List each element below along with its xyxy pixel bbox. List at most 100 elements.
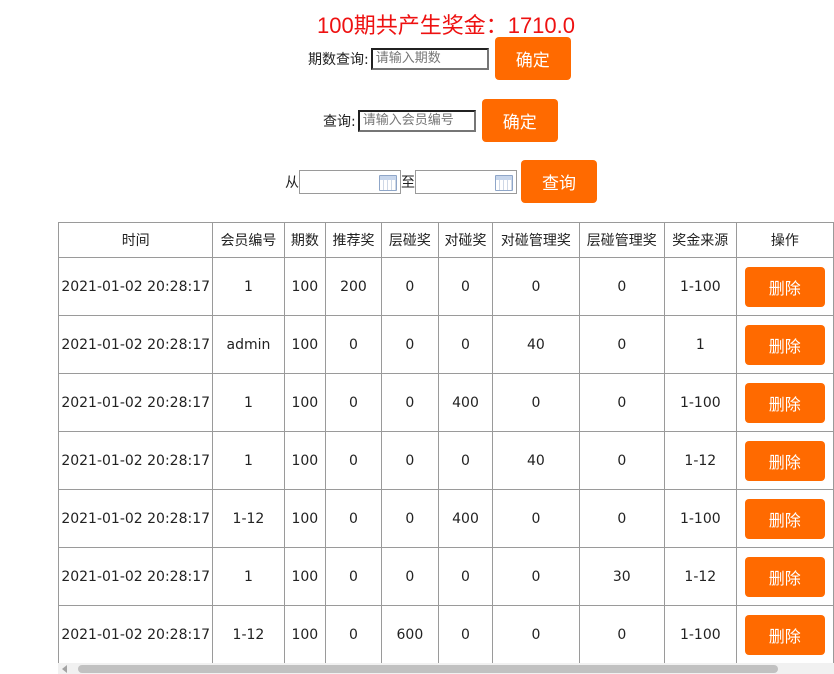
period-search-form: 期数查询: 确定 (308, 37, 571, 80)
column-header: 层碰管理奖 (578, 222, 665, 258)
pair-mgmt-bonus-cell: 40 (492, 315, 580, 374)
period-cell: 100 (283, 547, 327, 606)
column-header: 奖金来源 (663, 222, 737, 258)
time-cell: 2021-01-02 20:28:17 (57, 373, 214, 432)
time-cell: 2021-01-02 20:28:17 (57, 605, 214, 664)
layer-mgmt-bonus-cell: 0 (578, 373, 665, 432)
date-from-input[interactable] (299, 169, 401, 194)
action-cell: 删除 (735, 257, 834, 316)
recommend-bonus-cell: 200 (325, 257, 382, 316)
layer-bonus-cell: 0 (380, 547, 439, 606)
delete-button[interactable]: 删除 (744, 440, 825, 481)
period-cell: 100 (283, 315, 327, 374)
recommend-bonus-cell: 0 (325, 373, 382, 432)
pair-bonus-cell: 0 (437, 605, 494, 664)
pair-mgmt-bonus-cell: 0 (492, 547, 580, 606)
horizontal-scrollbar[interactable] (58, 663, 834, 674)
pair-mgmt-bonus-cell: 40 (492, 431, 580, 490)
pair-bonus-cell: 0 (437, 315, 494, 374)
member-cell: 1 (212, 257, 285, 316)
table-row: 2021-01-02 20:28:17 1 100 200 0 0 0 0 1-… (57, 257, 834, 316)
source-cell: 1-12 (663, 431, 737, 490)
source-cell: 1 (663, 315, 737, 374)
member-search-confirm-button[interactable]: 确定 (481, 99, 558, 142)
column-header: 对碰管理奖 (492, 222, 580, 258)
delete-button[interactable]: 删除 (744, 614, 825, 655)
column-header: 会员编号 (212, 222, 285, 258)
layer-mgmt-bonus-cell: 30 (578, 547, 665, 606)
period-cell: 100 (283, 489, 327, 548)
table-body: 2021-01-02 20:28:17 1 100 200 0 0 0 0 1-… (57, 257, 834, 664)
column-header: 层碰奖 (380, 222, 439, 258)
column-header: 时间 (57, 222, 214, 258)
layer-bonus-cell: 0 (380, 315, 439, 374)
period-cell: 100 (283, 605, 327, 664)
pair-mgmt-bonus-cell: 0 (492, 257, 580, 316)
scroll-left-icon[interactable] (62, 665, 67, 673)
pair-bonus-cell: 0 (437, 257, 494, 316)
period-cell: 100 (283, 431, 327, 490)
recommend-bonus-cell: 0 (325, 489, 382, 548)
calendar-icon[interactable] (495, 174, 513, 191)
layer-bonus-cell: 0 (380, 373, 439, 432)
time-cell: 2021-01-02 20:28:17 (57, 315, 214, 374)
period-search-label: 期数查询: (308, 51, 369, 68)
pair-mgmt-bonus-cell: 0 (492, 605, 580, 664)
layer-mgmt-bonus-cell: 0 (578, 431, 665, 490)
table-row: 2021-01-02 20:28:17 1-12 100 0 0 400 0 0… (57, 489, 834, 548)
member-cell: admin (212, 315, 285, 374)
layer-bonus-cell: 0 (380, 257, 439, 316)
member-cell: 1-12 (212, 605, 285, 664)
source-cell: 1-100 (663, 489, 737, 548)
delete-button[interactable]: 删除 (744, 382, 825, 423)
recommend-bonus-cell: 0 (325, 547, 382, 606)
member-cell: 1 (212, 431, 285, 490)
layer-mgmt-bonus-cell: 0 (578, 315, 665, 374)
bonus-table: 时间 会员编号 期数 推荐奖 层碰奖 对碰奖 对碰管理奖 层碰管理奖 奖金来源 … (57, 222, 834, 664)
action-cell: 删除 (735, 605, 834, 664)
action-cell: 删除 (735, 315, 834, 374)
scroll-thumb[interactable] (78, 665, 778, 673)
table-row: 2021-01-02 20:28:17 1 100 0 0 0 40 0 1-1… (57, 431, 834, 490)
recommend-bonus-cell: 0 (325, 431, 382, 490)
column-header: 期数 (283, 222, 327, 258)
date-from-label: 从 (285, 174, 299, 191)
date-range-form: 从 至 查询 (285, 160, 597, 203)
member-cell: 1 (212, 373, 285, 432)
delete-button[interactable]: 删除 (744, 556, 825, 597)
period-cell: 100 (283, 257, 327, 316)
pair-bonus-cell: 0 (437, 431, 494, 490)
source-cell: 1-100 (663, 257, 737, 316)
pair-bonus-cell: 400 (437, 373, 494, 432)
date-range-search-button[interactable]: 查询 (521, 160, 597, 203)
delete-button[interactable]: 删除 (744, 266, 825, 307)
calendar-icon[interactable] (379, 174, 397, 191)
member-search-input[interactable] (357, 109, 476, 132)
time-cell: 2021-01-02 20:28:17 (57, 431, 214, 490)
column-header: 推荐奖 (325, 222, 382, 258)
table-header-row: 时间 会员编号 期数 推荐奖 层碰奖 对碰奖 对碰管理奖 层碰管理奖 奖金来源 … (57, 222, 834, 258)
delete-button[interactable]: 删除 (744, 498, 825, 539)
table-row: 2021-01-02 20:28:17 1 100 0 0 0 0 30 1-1… (57, 547, 834, 606)
table-row: 2021-01-02 20:28:17 1-12 100 0 600 0 0 0… (57, 605, 834, 664)
page: 100期共产生奖金：1710.0 期数查询: 确定 查询: 确定 从 至 查询 … (0, 0, 834, 674)
time-cell: 2021-01-02 20:28:17 (57, 489, 214, 548)
period-search-input[interactable] (370, 47, 489, 70)
period-search-confirm-button[interactable]: 确定 (494, 37, 571, 80)
recommend-bonus-cell: 0 (325, 605, 382, 664)
source-cell: 1-100 (663, 605, 737, 664)
source-cell: 1-12 (663, 547, 737, 606)
time-cell: 2021-01-02 20:28:17 (57, 547, 214, 606)
layer-bonus-cell: 0 (380, 489, 439, 548)
member-search-label: 查询: (323, 113, 356, 130)
action-cell: 删除 (735, 373, 834, 432)
date-to-input[interactable] (415, 169, 517, 194)
member-cell: 1 (212, 547, 285, 606)
layer-mgmt-bonus-cell: 0 (578, 257, 665, 316)
column-header: 对碰奖 (437, 222, 494, 258)
action-cell: 删除 (735, 547, 834, 606)
layer-mgmt-bonus-cell: 0 (578, 489, 665, 548)
column-header: 操作 (735, 222, 834, 258)
delete-button[interactable]: 删除 (744, 324, 825, 365)
recommend-bonus-cell: 0 (325, 315, 382, 374)
